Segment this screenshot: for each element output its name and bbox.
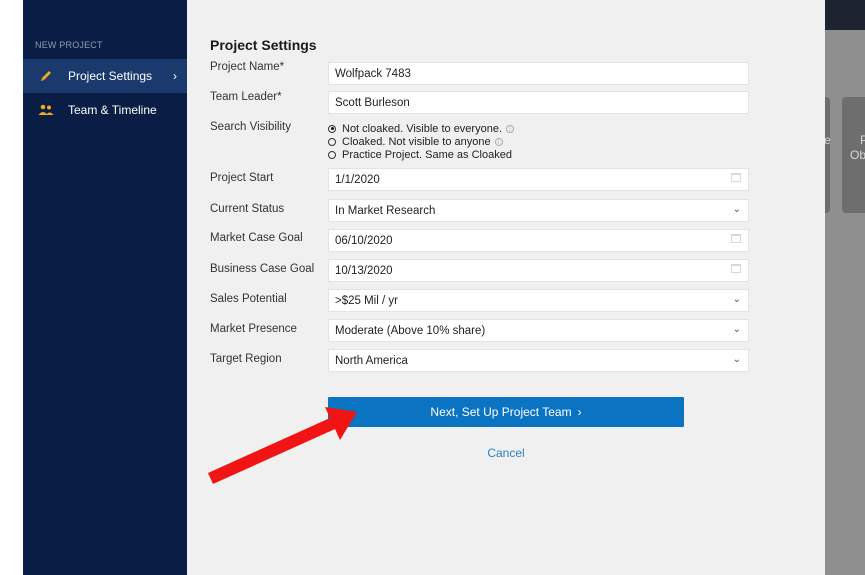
red-arrow-annotation	[208, 407, 357, 484]
red-arrow-shape	[208, 407, 357, 484]
